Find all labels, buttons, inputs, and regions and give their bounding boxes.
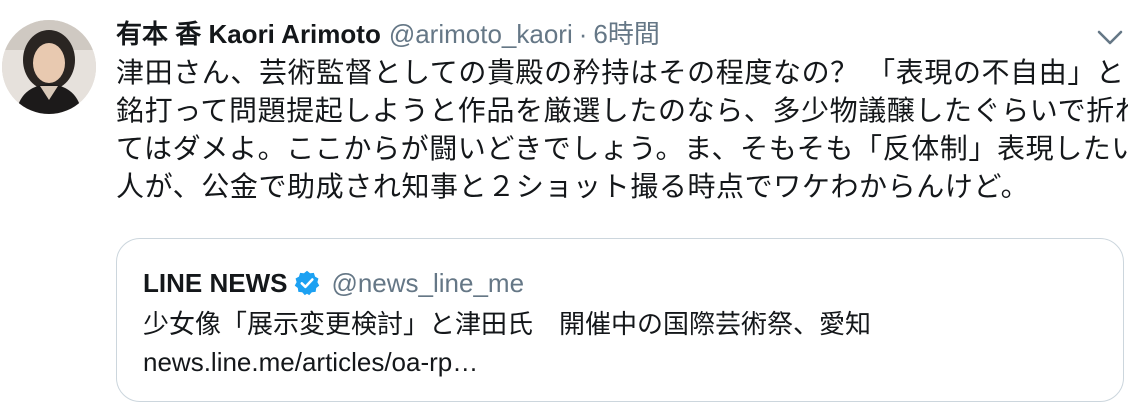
quoted-author-name: LINE NEWS	[143, 267, 288, 298]
tweet-text-line: てはダメよ。ここからが闘いどきでしょう。ま、そもそも「反体制」表現したい	[116, 133, 1128, 164]
tweet-text-line: 人が、公金で助成され知事と２ショット撮る時点でワケわからんけど。	[116, 171, 1030, 202]
quoted-tweet-header: LINE NEWS @news_line_me	[143, 263, 524, 303]
quoted-tweet-text: 少女像「展示変更検討」と津田氏 開催中の国際芸術祭、愛知	[143, 309, 872, 339]
tweet-text-line: 銘打って問題提起しようと作品を厳選したのなら、多少物議醸したぐらいで折れ	[116, 95, 1128, 126]
author-handle[interactable]: @arimoto_kaori	[389, 14, 573, 54]
tweet-text-line: 津田さん、芸術監督としての貴殿の矜持はその程度なの？ 「表現の不自由」と	[116, 57, 1125, 88]
tweet-header: 有本 香 Kaori Arimoto @arimoto_kaori · 6時間	[116, 14, 660, 54]
author-display-name[interactable]: 有本 香 Kaori Arimoto	[116, 14, 381, 54]
quoted-tweet-link[interactable]: news.line.me/articles/oa-rp…	[143, 343, 478, 381]
tweet-menu-button[interactable]	[1094, 24, 1126, 50]
verified-badge-icon	[293, 269, 321, 297]
chevron-down-icon	[1097, 30, 1123, 45]
quoted-tweet-card[interactable]: LINE NEWS @news_line_me 少女像「展示変更検討」と津田氏 …	[116, 238, 1124, 402]
avatar[interactable]	[2, 20, 96, 114]
avatar-image	[2, 20, 96, 114]
tweet-text: 津田さん、芸術監督としての貴殿の矜持はその程度なの？ 「表現の不自由」と 銘打っ…	[116, 54, 1128, 206]
separator-dot: ·	[578, 19, 588, 49]
quoted-author-handle: @news_line_me	[331, 267, 525, 298]
tweet: 有本 香 Kaori Arimoto @arimoto_kaori · 6時間 …	[0, 0, 1128, 408]
tweet-timestamp[interactable]: 6時間	[593, 14, 659, 54]
